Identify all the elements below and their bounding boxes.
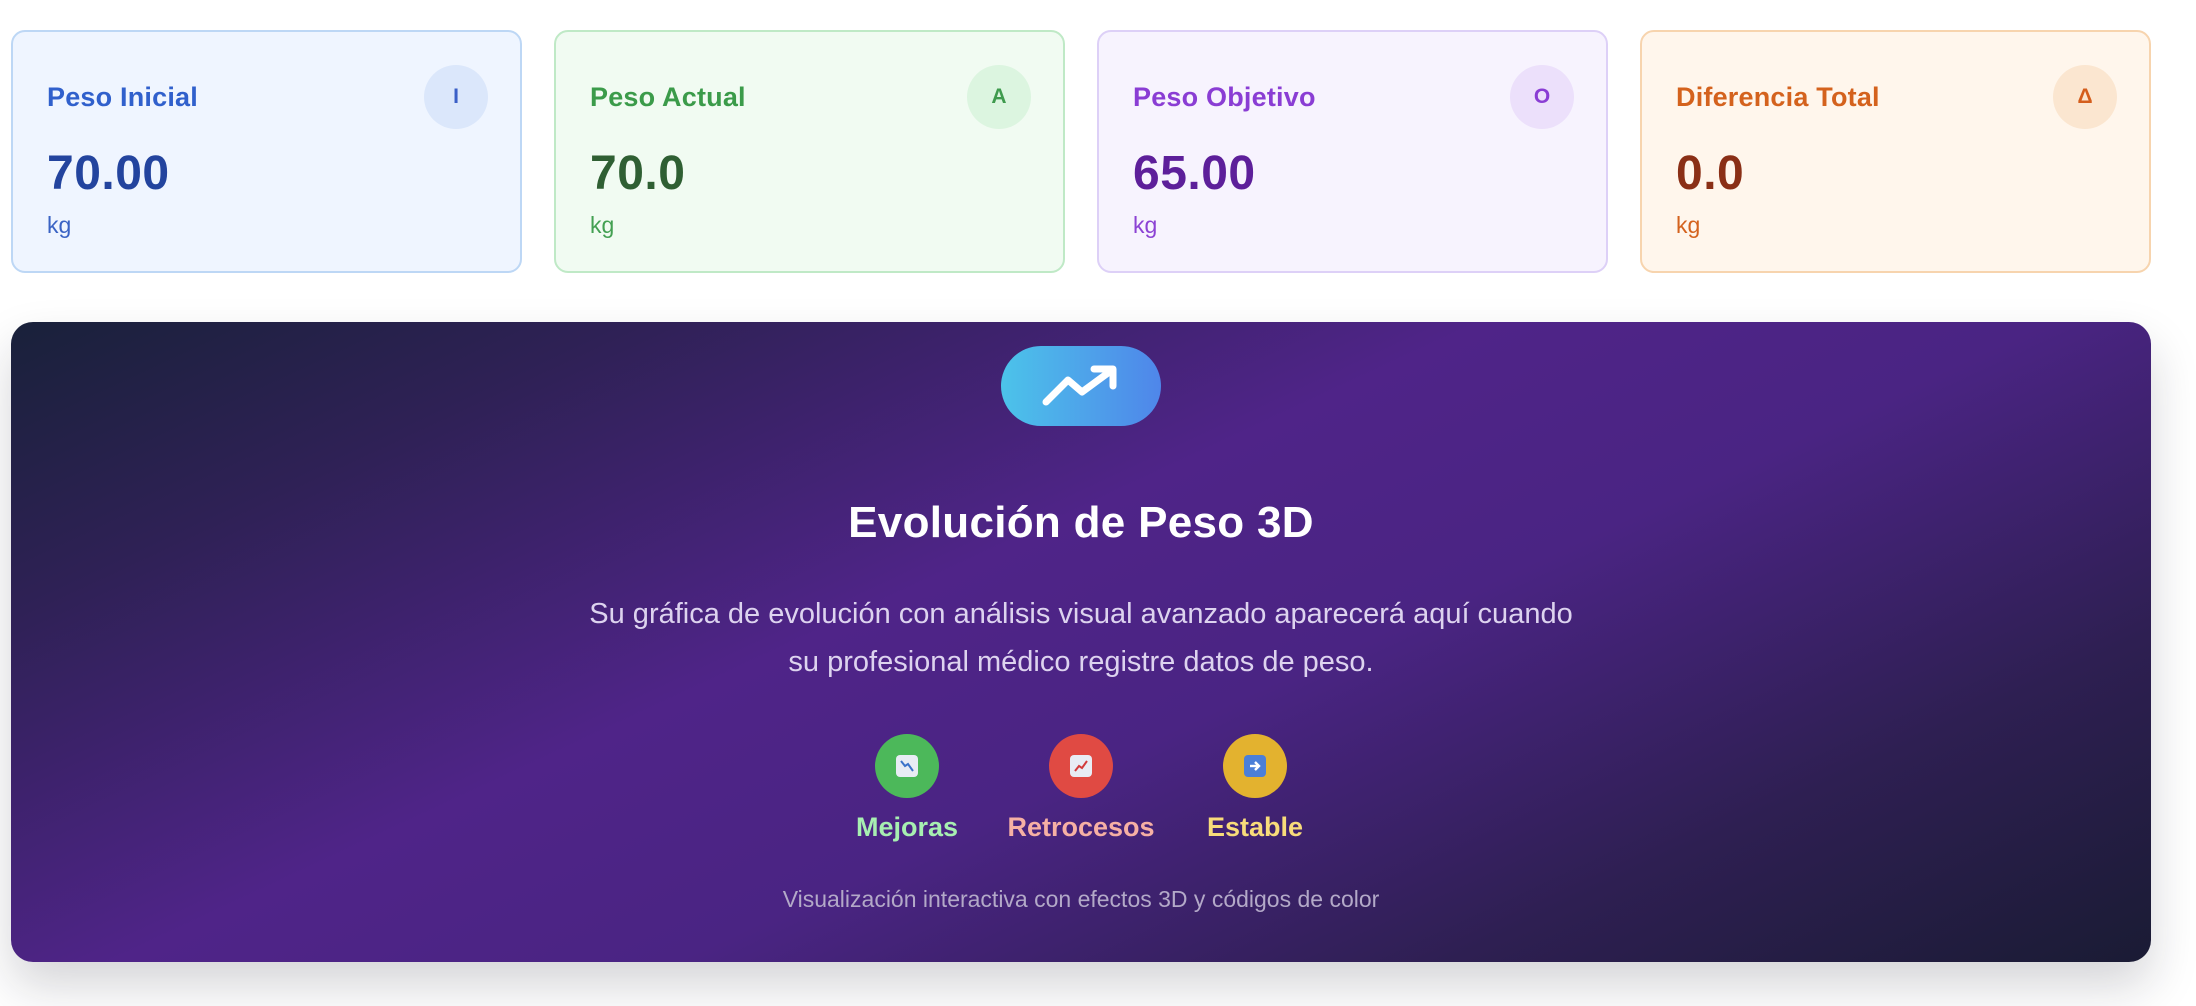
chart-decreasing-icon bbox=[875, 734, 939, 798]
legend-label: Mejoras bbox=[855, 812, 959, 842]
card-diferencia-total: Diferencia Total Δ 0.0 kg bbox=[1640, 30, 2151, 273]
stats-cards: Peso Inicial I 70.00 kg Peso Actual A 70… bbox=[11, 30, 2151, 273]
badge-icon: A bbox=[967, 65, 1031, 129]
hero-description: Su gráfica de evolución con análisis vis… bbox=[589, 598, 1573, 678]
card-title: Peso Objetivo bbox=[1133, 82, 1316, 112]
card-peso-objetivo: Peso Objetivo O 65.00 kg bbox=[1097, 30, 1608, 273]
card-unit: kg bbox=[1133, 212, 1158, 238]
card-title: Peso Inicial bbox=[47, 82, 198, 112]
legend-item-mejoras: Mejoras bbox=[820, 734, 994, 843]
card-value: 70.00 bbox=[47, 147, 170, 200]
badge-icon: I bbox=[424, 65, 488, 129]
legend-item-retrocesos: Retrocesos bbox=[994, 734, 1168, 843]
card-peso-actual: Peso Actual A 70.0 kg bbox=[554, 30, 1065, 273]
hero-footer-note: Visualización interactiva con efectos 3D… bbox=[782, 886, 1380, 912]
card-peso-inicial: Peso Inicial I 70.00 kg bbox=[11, 30, 522, 273]
weight-evolution-empty-state: Evolución de Peso 3D Su gráfica de evolu… bbox=[11, 322, 2151, 962]
page: Peso Inicial I 70.00 kg Peso Actual A 70… bbox=[0, 0, 2196, 1006]
legend-label: Estable bbox=[1206, 812, 1304, 842]
badge-icon: O bbox=[1510, 65, 1574, 129]
badge-icon: Δ bbox=[2053, 65, 2117, 129]
card-unit: kg bbox=[590, 212, 615, 238]
trending-up-icon bbox=[1001, 346, 1161, 426]
chart-increasing-icon bbox=[1049, 734, 1113, 798]
card-unit: kg bbox=[1676, 212, 1701, 238]
card-value: 65.00 bbox=[1133, 147, 1256, 200]
legend-item-estable: Estable bbox=[1168, 734, 1342, 843]
card-unit: kg bbox=[47, 212, 72, 238]
card-title: Peso Actual bbox=[590, 82, 746, 112]
right-arrow-icon bbox=[1223, 734, 1287, 798]
hero-title: Evolución de Peso 3D bbox=[848, 498, 1314, 547]
card-value: 0.0 bbox=[1676, 147, 1745, 200]
legend: Mejoras Retrocesos Estable bbox=[11, 734, 2151, 843]
card-title: Diferencia Total bbox=[1676, 82, 1880, 112]
legend-label: Retrocesos bbox=[1007, 812, 1155, 842]
trending-up-icon-glyph bbox=[1042, 365, 1117, 406]
card-value: 70.0 bbox=[590, 147, 686, 200]
